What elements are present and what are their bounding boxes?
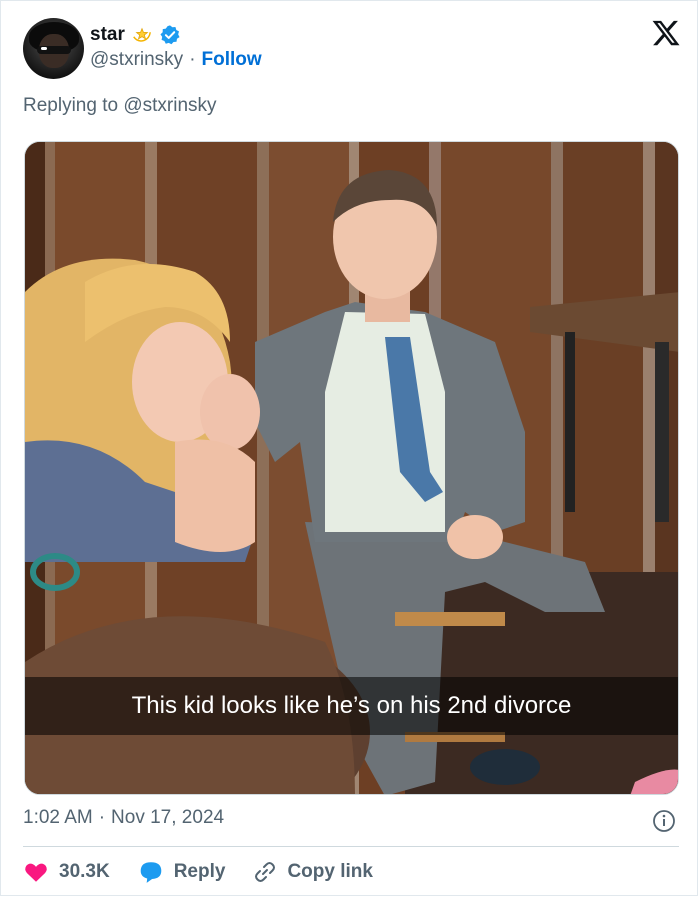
info-icon[interactable] [652, 809, 676, 833]
snap-caption: This kid looks like he’s on his 2nd divo… [131, 692, 572, 719]
like-count: 30.3K [59, 861, 110, 882]
avatar[interactable] [23, 18, 84, 79]
reply-label: Reply [173, 861, 226, 882]
tweet-photo[interactable]: This kid looks like he’s on his 2nd divo… [24, 141, 679, 795]
heart-icon [23, 859, 49, 885]
author-name-row[interactable]: star [90, 22, 181, 48]
replying-to: Replying to @stxrinsky [23, 95, 217, 116]
tweet-time[interactable]: 1:02 AM [23, 807, 93, 829]
x-logo-icon[interactable] [651, 18, 681, 48]
action-bar: 30.3K Reply Copy link [23, 856, 401, 888]
tweet-date[interactable]: Nov 17, 2024 [111, 807, 224, 829]
reply-button[interactable]: Reply [138, 859, 226, 885]
verified-badge-icon [159, 24, 181, 46]
copy-link-button[interactable]: Copy link [253, 860, 373, 884]
handle-row: @stxrinsky · Follow [90, 49, 262, 71]
reply-bubble-icon [138, 859, 164, 885]
link-icon [253, 860, 277, 884]
author-name[interactable]: star [90, 24, 125, 46]
author-handle[interactable]: @stxrinsky [90, 49, 183, 71]
copy-link-label: Copy link [287, 861, 373, 882]
like-button[interactable]: 30.3K [23, 859, 110, 885]
timestamp[interactable]: 1:02 AM · Nov 17, 2024 [23, 807, 224, 829]
snap-caption-bar: This kid looks like he’s on his 2nd divo… [25, 677, 678, 735]
handle-separator: · [189, 49, 196, 70]
dizzy-star-icon [131, 24, 153, 46]
tweet-card: star @stxrinsky · Follow Replying to @st… [0, 0, 698, 896]
timestamp-separator: · [98, 807, 106, 828]
follow-button[interactable]: Follow [202, 49, 262, 71]
divider [23, 846, 679, 847]
